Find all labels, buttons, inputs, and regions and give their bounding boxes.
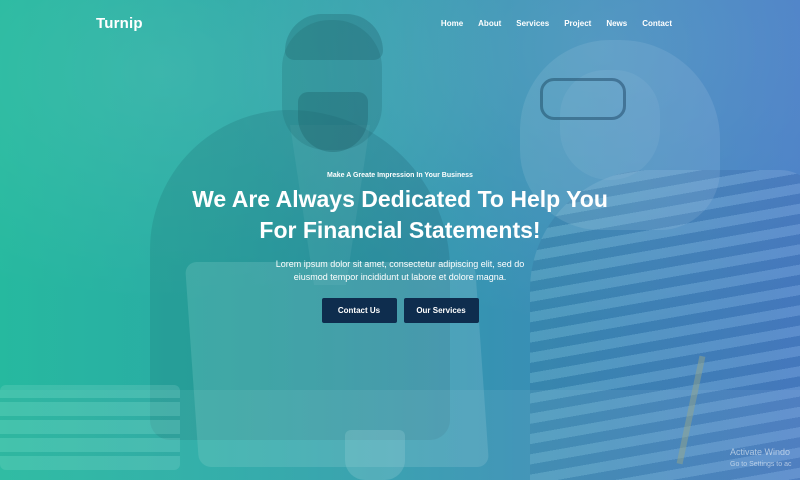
our-services-button[interactable]: Our Services [403,298,479,323]
activate-windows-watermark: Activate Windo [730,447,791,457]
nav-link-services[interactable]: Services [516,19,549,28]
main-menu: Home About Services Project News Contact [426,19,672,28]
hero-description: Lorem ipsum dolor sit amet, consectetur … [0,258,800,284]
nav-link-about[interactable]: About [478,19,501,28]
hero-title-line1: We Are Always Dedicated To Help You [192,186,608,212]
hero-description-line2: eiusmod tempor incididunt ut labore et d… [293,272,507,282]
nav-link-home[interactable]: Home [441,19,463,28]
nav-link-contact[interactable]: Contact [642,19,672,28]
hero-buttons: Contact Us Our Services [0,298,800,323]
hero-kicker: Make A Greate Impression In Your Busines… [327,172,473,179]
contact-us-button[interactable]: Contact Us [321,298,397,323]
top-navigation: Turnip Home About Services Project News … [0,0,800,48]
activate-windows-subtext: Go to Settings to ac [730,461,792,468]
brand-logo[interactable]: Turnip [96,15,143,32]
hero-title-line2: For Financial Statements! [259,217,541,243]
hero-description-line1: Lorem ipsum dolor sit amet, consectetur … [275,259,525,269]
nav-link-news[interactable]: News [606,19,627,28]
nav-link-project[interactable]: Project [564,19,591,28]
hero-title: We Are Always Dedicated To Help You For … [0,184,800,246]
